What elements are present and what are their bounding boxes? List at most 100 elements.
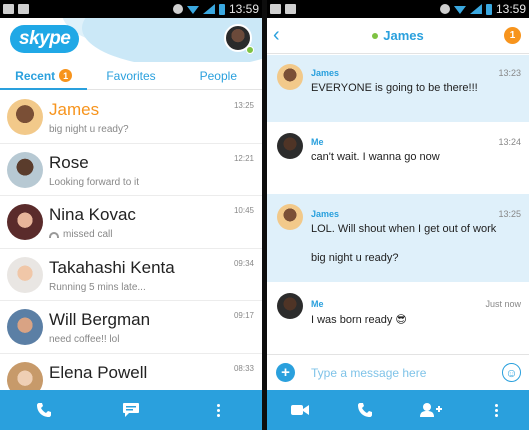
message-text: LOL. Will shout when I get out of work <box>311 223 497 235</box>
message-preview: big night u ready? <box>49 124 129 135</box>
contact-name: Takahashi Kenta <box>49 257 175 277</box>
conversation-item-james[interactable]: James big night u ready? 13:25 <box>0 91 262 144</box>
tab-favorites[interactable]: Favorites <box>87 62 174 89</box>
phone-icon[interactable] <box>32 398 56 422</box>
timestamp: 12:21 <box>233 153 254 163</box>
message-input[interactable] <box>311 364 491 382</box>
video-icon[interactable] <box>288 398 312 422</box>
avatar <box>7 151 43 188</box>
timestamp: 09:34 <box>233 258 254 268</box>
avatar <box>7 204 43 240</box>
chat-screen: 13:59 ‹ James 1 James 13:23 EVERYONE is … <box>267 0 529 430</box>
online-status-icon <box>372 32 379 39</box>
message-text: EVERYONE is going to be there!!! <box>311 82 478 94</box>
status-time: 13:59 <box>495 2 526 16</box>
chat-header: ‹ James 1 <box>267 18 529 54</box>
avatar <box>277 133 303 159</box>
message-composer: + ☺ <box>267 354 529 390</box>
message-sender: James <box>311 68 340 78</box>
wifi-icon <box>186 6 199 14</box>
sync-icon <box>439 4 450 14</box>
message-preview: missed call <box>49 229 112 240</box>
add-person-icon[interactable] <box>419 398 443 422</box>
missed-call-icon <box>49 231 59 238</box>
contact-name: James <box>383 28 424 43</box>
timestamp: 08:33 <box>233 363 254 373</box>
signal-icon <box>469 4 482 14</box>
message-bubble: James 13:23 EVERYONE is going to be ther… <box>267 55 529 122</box>
conversation-list-screen: 13:59 skype Recent 1 Favorites People Ja… <box>0 0 262 430</box>
contact-name: Elena Powell <box>49 362 148 382</box>
message-preview: need coffee!! lol <box>49 334 120 345</box>
conversation-item-nina-kovac[interactable]: Nina Kovac missed call 10:45 <box>0 196 262 249</box>
message-text: big night u ready? <box>311 252 399 264</box>
online-status-icon <box>246 46 254 54</box>
emoticon-icon[interactable]: ☺ <box>502 363 521 382</box>
contact-name: Rose <box>49 152 89 172</box>
bottom-action-bar <box>0 390 262 430</box>
timestamp: 13:25 <box>233 101 254 110</box>
message-time: 13:25 <box>498 209 521 219</box>
battery-icon <box>485 3 492 15</box>
avatar <box>277 64 303 90</box>
chat-title: James <box>372 28 424 43</box>
message-text: can't wait. I wanna go now <box>311 151 440 163</box>
avatar <box>7 99 43 135</box>
gmail-notification-icon <box>270 4 281 14</box>
tab-people-label: People <box>199 68 237 83</box>
tab-favorites-label: Favorites <box>106 68 156 83</box>
conversation-item-elena-powell[interactable]: Elena Powell 08:33 <box>0 354 262 390</box>
image-notification-icon <box>18 4 29 14</box>
conversation-list: James big night u ready? 13:25 Rose Look… <box>0 91 262 390</box>
message-preview: Looking forward to it <box>49 176 140 188</box>
message-sender: James <box>311 209 340 219</box>
back-arrow-icon[interactable]: ‹ <box>273 24 280 47</box>
tab-recent[interactable]: Recent 1 <box>0 62 88 90</box>
status-bar: 13:59 <box>267 0 529 18</box>
message-time: 13:23 <box>498 68 521 78</box>
contact-name: James <box>49 100 100 119</box>
recent-unread-badge: 1 <box>59 69 73 82</box>
avatar <box>277 204 303 230</box>
chat-icon[interactable] <box>119 398 143 422</box>
message-sender: Me <box>311 299 324 309</box>
timestamp: 10:45 <box>233 206 254 215</box>
app-header: skype <box>0 18 262 62</box>
message-bubble: Me 13:24 can't wait. I wanna go now <box>267 123 529 193</box>
bottom-action-bar <box>267 390 529 430</box>
contact-name: Nina Kovac <box>49 205 136 224</box>
timestamp: 09:17 <box>233 311 254 320</box>
more-icon[interactable] <box>484 398 508 422</box>
more-icon[interactable] <box>206 398 230 422</box>
avatar <box>277 293 303 319</box>
conversation-item-rose[interactable]: Rose Looking forward to it 12:21 <box>0 144 262 196</box>
status-bar: 13:59 <box>0 0 262 18</box>
status-time: 13:59 <box>228 2 259 16</box>
sync-icon <box>172 4 183 14</box>
message-bubble: James 13:25 LOL. Will shout when I get o… <box>267 194 529 282</box>
tab-bar: Recent 1 Favorites People <box>0 62 262 90</box>
message-text: I was born ready 😎 <box>311 314 407 326</box>
add-content-button[interactable]: + <box>276 363 295 382</box>
message-time: 13:24 <box>498 137 521 147</box>
conversation-item-takahashi-kenta[interactable]: Takahashi Kenta Running 5 mins late... 0… <box>0 249 262 301</box>
message-bubble: Me Just now I was born ready 😎 <box>267 283 529 353</box>
avatar <box>7 361 43 390</box>
message-preview: Running 5 mins late... <box>49 281 146 293</box>
image-notification-icon <box>285 4 296 14</box>
signal-icon <box>202 4 215 14</box>
message-time: Just now <box>485 299 521 309</box>
tab-recent-label: Recent <box>15 68 56 83</box>
tab-people[interactable]: People <box>175 62 262 89</box>
battery-icon <box>218 3 225 15</box>
unread-badge[interactable]: 1 <box>504 27 521 44</box>
gmail-notification-icon <box>3 4 14 14</box>
wifi-icon <box>453 6 466 14</box>
phone-icon[interactable] <box>353 398 377 422</box>
avatar <box>7 309 43 345</box>
conversation-item-will-bergman[interactable]: Will Bergman need coffee!! lol 09:17 <box>0 301 262 354</box>
message-sender: Me <box>311 137 324 147</box>
skype-logo: skype <box>10 25 80 53</box>
contact-name: Will Bergman <box>49 310 151 329</box>
avatar <box>7 256 43 293</box>
